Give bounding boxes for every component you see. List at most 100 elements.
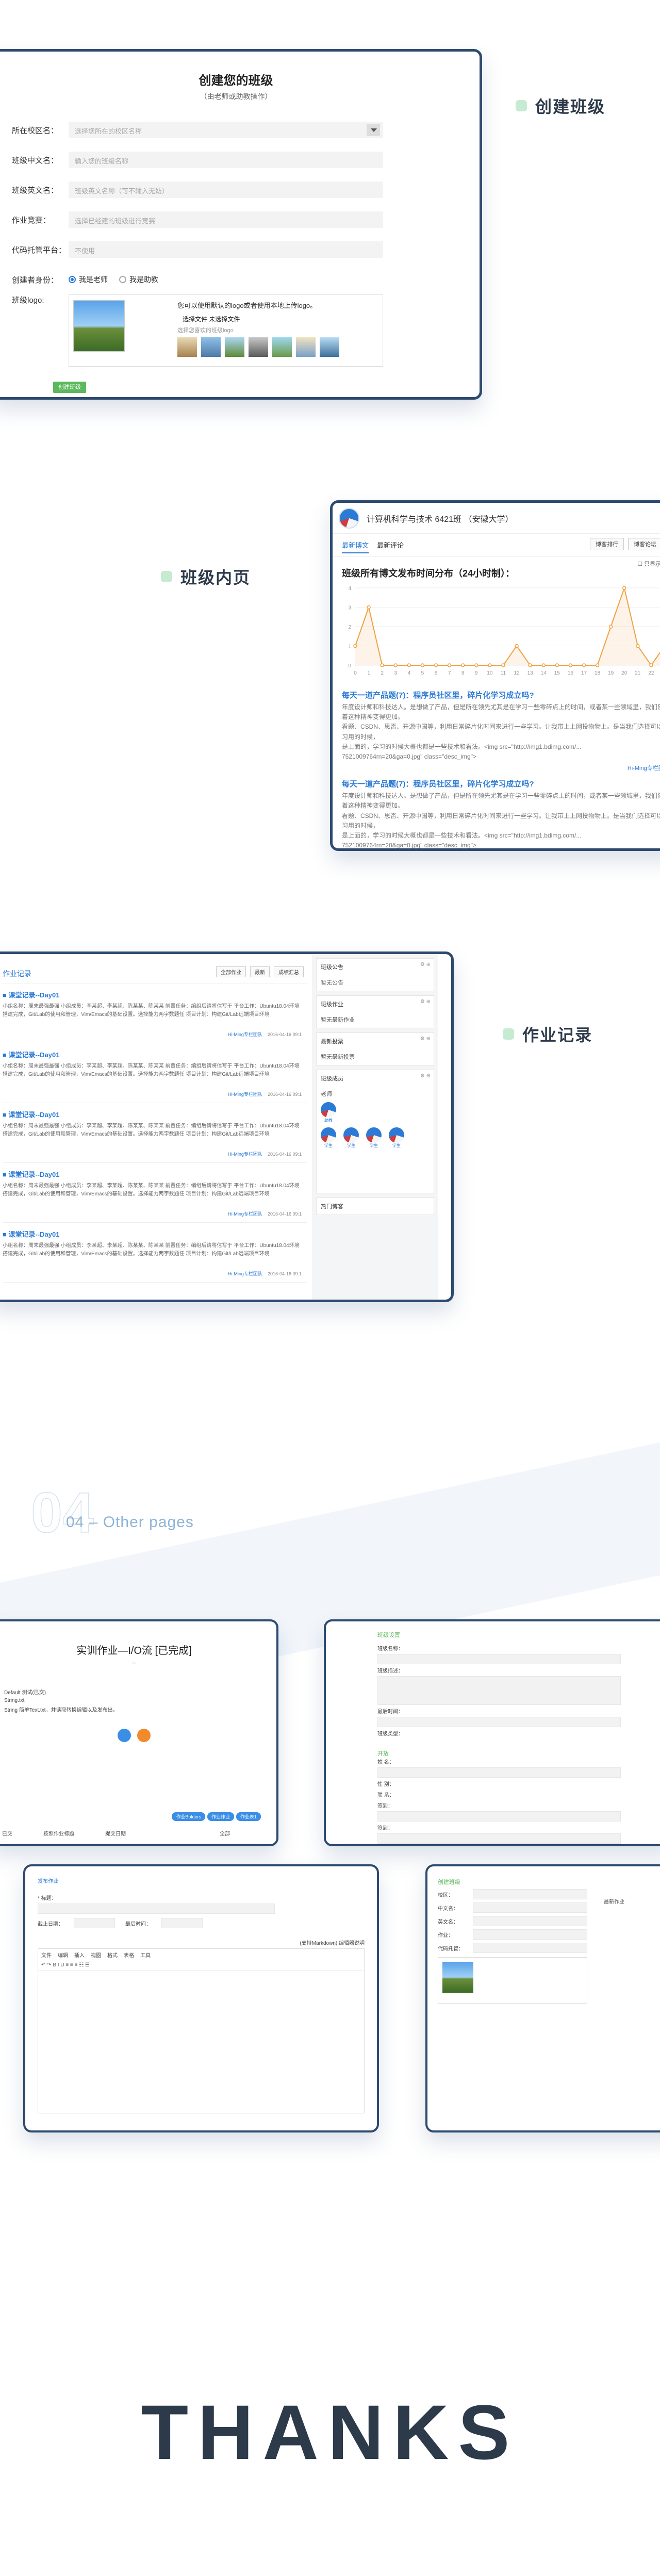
create-class-submit-button[interactable]: 创建班级 xyxy=(53,382,86,393)
edit-icon[interactable] xyxy=(117,1729,131,1742)
data-point[interactable] xyxy=(608,625,613,629)
data-point[interactable] xyxy=(622,586,626,590)
data-point[interactable] xyxy=(541,663,546,667)
score-summary-button[interactable]: 成绩汇总 xyxy=(274,966,304,977)
editor-toolbar[interactable]: ↶ ↷ B I U ≡ ≡ ≡ ☷ ☰ xyxy=(38,1961,364,1971)
homework-detail-body: Default 测试(已交) String.txt String 简单Text.… xyxy=(4,1690,118,1713)
data-point[interactable] xyxy=(460,663,465,667)
open-section: 开放 xyxy=(377,1751,389,1757)
data-point[interactable] xyxy=(353,644,357,648)
data-point[interactable] xyxy=(555,663,559,667)
homework-meta: Hi-Ming专栏团队 2016-04-16 09:1 xyxy=(227,1152,302,1157)
other-pages-title: 04 – Other pages xyxy=(66,1514,194,1531)
panel-settings-icon[interactable]: ⚙ ⊕ xyxy=(420,999,431,1005)
mini-input[interactable] xyxy=(473,1929,587,1940)
role-teacher-radio[interactable]: 我是老师 xyxy=(69,274,108,285)
chevron-down-icon[interactable] xyxy=(367,124,380,136)
mini-input[interactable] xyxy=(473,1902,587,1913)
data-point[interactable] xyxy=(393,663,398,667)
post-title-link[interactable]: 每天一道产品题(7)：程序员社区里，碎片化学习成立吗? xyxy=(333,778,660,789)
choose-file-button[interactable]: 选择文件 未选择文件 xyxy=(183,315,240,323)
logo-thumb[interactable] xyxy=(201,337,221,357)
data-point[interactable] xyxy=(528,663,532,667)
rich-text-editor[interactable]: 文件 编辑 插入 视图 格式 表格 工具 ↶ ↷ B I U ≡ ≡ ≡ ☷ ☰ xyxy=(38,1948,365,2113)
logo-thumb[interactable] xyxy=(225,337,244,357)
class-only-checkbox[interactable]: ☐ 只显示班级博 xyxy=(637,560,660,568)
all-filter[interactable]: 全部 xyxy=(220,1829,230,1837)
tab-latest-posts[interactable]: 最新博文 xyxy=(342,540,369,553)
editor-menu-item[interactable]: 编辑 xyxy=(58,1951,68,1959)
member-avatar[interactable]: 助教 xyxy=(321,1102,336,1123)
members-panel: 班级成员 ⚙ ⊕ 老师 助教 学生 学生 学生 学生 xyxy=(316,1070,434,1193)
delete-icon[interactable] xyxy=(137,1729,151,1742)
editor-menu-item[interactable]: 插入 xyxy=(74,1951,85,1959)
data-point[interactable] xyxy=(488,663,492,667)
class-name-field[interactable] xyxy=(377,1654,621,1664)
homework-body: 小组名称：周末最强最强 小组成员：李某超、李某超、陈某某、陈某某 前置任务：编组… xyxy=(3,1183,300,1197)
data-point[interactable] xyxy=(636,644,640,648)
class-header: 计算机科学与技术 6421班 （安徽大学） xyxy=(333,503,660,534)
panel-settings-icon[interactable]: ⚙ ⊕ xyxy=(420,1036,431,1042)
member-avatar[interactable]: 学生 xyxy=(343,1127,359,1148)
data-point[interactable] xyxy=(447,663,452,667)
data-point[interactable] xyxy=(649,663,653,667)
data-point[interactable] xyxy=(407,663,411,667)
logo-thumb[interactable] xyxy=(320,337,339,357)
data-point[interactable] xyxy=(595,663,600,667)
logo-thumb[interactable] xyxy=(177,337,197,357)
data-point[interactable] xyxy=(434,663,438,667)
homework-title-link[interactable]: ■ 课堂记录--Day01 xyxy=(3,1109,303,1119)
panel-settings-icon[interactable]: ⚙ ⊕ xyxy=(420,1073,431,1079)
editor-menu-item[interactable]: 文件 xyxy=(41,1951,52,1959)
data-point[interactable] xyxy=(367,605,371,610)
logo-thumb[interactable] xyxy=(272,337,292,357)
post-title-link[interactable]: 每天一道产品题(7)：程序员社区里，碎片化学习成立吗? xyxy=(333,690,660,700)
deadline-time-input[interactable] xyxy=(161,1918,203,1928)
member-avatar[interactable]: 学生 xyxy=(366,1127,382,1148)
data-point[interactable] xyxy=(515,644,519,648)
signin-field[interactable] xyxy=(377,1811,621,1822)
tab-homework-records[interactable]: 作业记录 xyxy=(3,969,31,979)
data-point[interactable] xyxy=(474,663,478,667)
blog-rank-button[interactable]: 博客排行 xyxy=(590,538,624,550)
tab-latest-comments[interactable]: 最新评论 xyxy=(377,540,404,553)
mini-input[interactable] xyxy=(473,1916,587,1926)
form-row: 所在校区名： 选择您所在的校区名称 xyxy=(12,115,480,145)
member-avatar[interactable]: 学生 xyxy=(321,1127,336,1148)
editor-menu-item[interactable]: 格式 xyxy=(107,1951,118,1959)
mini-input[interactable] xyxy=(473,1943,587,1953)
latest-button[interactable]: 最新 xyxy=(250,966,270,977)
blog-forum-button[interactable]: 博客论坛 xyxy=(628,538,660,550)
data-point[interactable] xyxy=(420,663,425,667)
role-assistant-radio[interactable]: 我是助教 xyxy=(119,274,158,285)
data-point[interactable] xyxy=(501,663,505,667)
editor-menu-item[interactable]: 工具 xyxy=(140,1951,151,1959)
editor-menu-item[interactable]: 视图 xyxy=(91,1951,101,1959)
member-avatar[interactable]: 学生 xyxy=(389,1127,404,1148)
panel-settings-icon[interactable]: ⚙ ⊕ xyxy=(420,962,431,967)
all-homework-button[interactable]: 全部作业 xyxy=(216,966,246,977)
homework-title-link[interactable]: ■ 课堂记录--Day01 xyxy=(3,1169,303,1179)
class-desc-field[interactable] xyxy=(377,1676,621,1705)
logo-thumb[interactable] xyxy=(296,337,316,357)
data-point[interactable] xyxy=(380,663,384,667)
text-input[interactable]: 不使用 xyxy=(69,241,383,258)
name-field[interactable] xyxy=(377,1767,621,1778)
signin-field[interactable] xyxy=(377,1833,621,1844)
form-row: 班级英文名： 班级英文名称（可不输入无妨） xyxy=(12,175,480,205)
campus-select[interactable]: 选择您所在的校区名称 xyxy=(69,122,383,138)
data-point[interactable] xyxy=(582,663,586,667)
text-input[interactable]: 选择已经建的班级进行竞赛 xyxy=(69,211,383,228)
deadline-field[interactable] xyxy=(377,1717,621,1727)
homework-title-link[interactable]: ■ 课堂记录--Day01 xyxy=(3,990,303,999)
text-input[interactable]: 输入您的班级名称 xyxy=(69,152,383,168)
data-point[interactable] xyxy=(568,663,573,667)
text-input[interactable]: 班级英文名称（可不输入无妨） xyxy=(69,182,383,198)
logo-thumb[interactable] xyxy=(249,337,268,357)
deadline-date-input[interactable] xyxy=(74,1918,115,1928)
homework-title-link[interactable]: ■ 课堂记录--Day01 xyxy=(3,1229,303,1239)
homework-title-input[interactable] xyxy=(38,1904,275,1914)
mini-input[interactable] xyxy=(473,1889,587,1899)
homework-title-link[interactable]: ■ 课堂记录--Day01 xyxy=(3,1049,303,1059)
editor-menu-item[interactable]: 表格 xyxy=(124,1951,134,1959)
